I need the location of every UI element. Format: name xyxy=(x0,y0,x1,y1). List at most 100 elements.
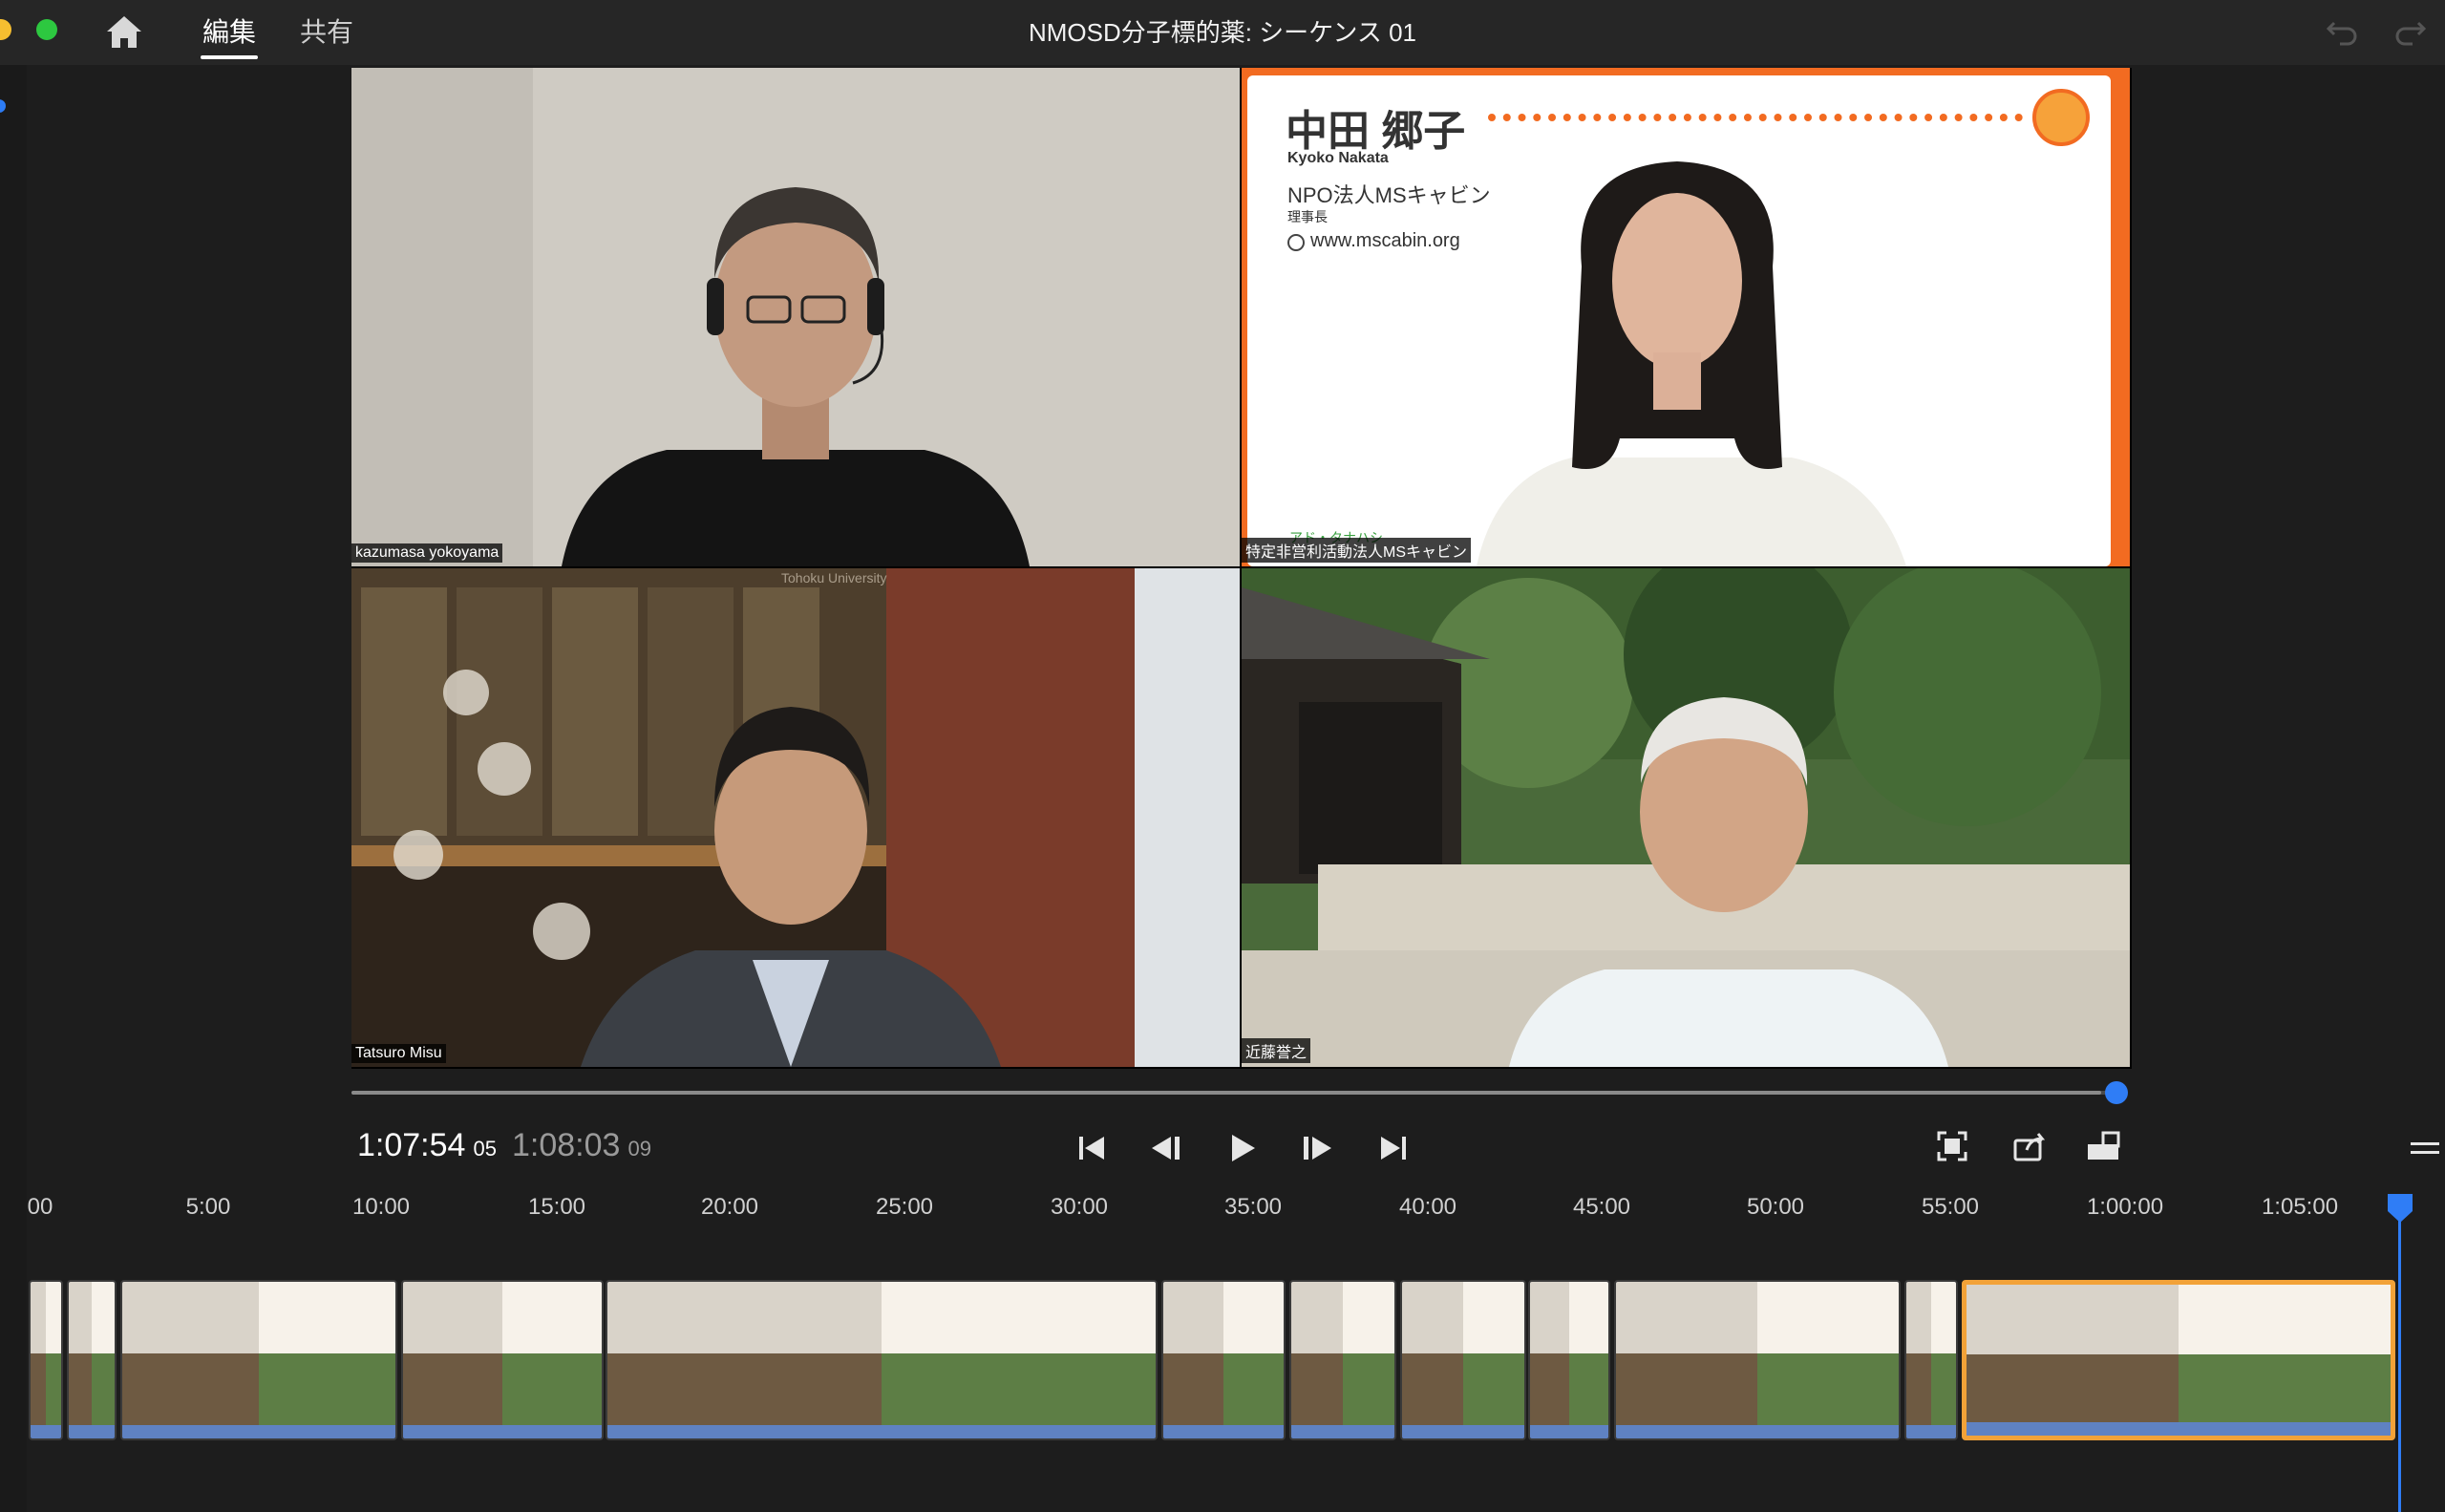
timeline-clip[interactable] xyxy=(1289,1280,1396,1440)
timeline-clip[interactable] xyxy=(401,1280,604,1440)
step-back-icon[interactable] xyxy=(1146,1129,1188,1167)
audio-waveform xyxy=(31,1425,61,1438)
step-forward-icon[interactable] xyxy=(1295,1129,1337,1167)
clip-thumbnail-tile xyxy=(1569,1282,1608,1354)
audio-waveform xyxy=(1530,1425,1608,1438)
clip-thumbnail-tile xyxy=(882,1282,1156,1354)
clip-thumbnail-tile xyxy=(1402,1353,1463,1426)
playback-scrubber[interactable] xyxy=(351,1091,2118,1095)
clip-thumbnail-tile xyxy=(1291,1353,1343,1426)
ruler-tick: 50:00 xyxy=(1746,1194,1805,1220)
clip-thumbnail-tile xyxy=(31,1282,46,1354)
timeline-clip[interactable] xyxy=(67,1280,117,1440)
document-title: NMOSD分子標的薬: シーケンス 01 xyxy=(1028,18,1417,47)
clip-thumbnail-tile xyxy=(259,1282,395,1354)
clip-thumbnail-tile xyxy=(92,1353,115,1426)
clip-thumbnail-tile xyxy=(607,1353,882,1426)
video-track[interactable] xyxy=(29,1280,2397,1444)
selected-timeline-clip[interactable] xyxy=(1962,1280,2395,1440)
clip-thumbnail-tile xyxy=(92,1282,115,1354)
clip-thumbnail-tile xyxy=(46,1353,61,1426)
participant-video xyxy=(351,568,1240,1067)
background-watermark: Tohoku University xyxy=(781,570,887,586)
fit-icon[interactable] xyxy=(1933,1127,1971,1165)
clip-thumbnail-tile xyxy=(1931,1282,1956,1354)
participant-name-label: Tatsuro Misu xyxy=(351,1044,446,1063)
clip-thumbnail-tile xyxy=(1402,1282,1463,1354)
clip-thumbnail-tile xyxy=(502,1353,602,1426)
ruler-tick: 25:00 xyxy=(875,1194,934,1220)
export-icon[interactable] xyxy=(2009,1127,2048,1165)
clip-thumbnail-tile xyxy=(502,1282,602,1354)
audio-waveform xyxy=(607,1425,1156,1438)
timeline-clip[interactable] xyxy=(606,1280,1158,1440)
clip-thumbnail-tile xyxy=(1223,1353,1284,1426)
ruler-tick: 1:05:00 xyxy=(2261,1194,2339,1220)
clip-thumbnail-tile xyxy=(1343,1353,1394,1426)
scrubber-handle[interactable] xyxy=(2105,1081,2128,1104)
timeline-clip[interactable] xyxy=(1528,1280,1610,1440)
total-duration: 1:08:03 09 xyxy=(512,1127,651,1163)
clip-thumbnail-tile xyxy=(1906,1353,1931,1426)
clip-thumbnail-tile xyxy=(2179,1353,2391,1424)
clip-thumbnail-tile xyxy=(1931,1353,1956,1426)
timeline-ruler[interactable]: 00 5:00 10:00 15:00 20:00 25:00 30:00 35… xyxy=(27,1184,2445,1232)
clip-thumbnail-tile xyxy=(1616,1353,1757,1426)
participant-tile-misu: Tohoku University Tatsuro Misu xyxy=(351,568,1240,1067)
clip-thumbnail-tile xyxy=(1463,1282,1524,1354)
participant-name-label: 特定非営利活動法人MSキャビン xyxy=(1242,538,1472,563)
participant-tile-kondo: 近藤誉之 xyxy=(1242,568,2130,1067)
go-to-end-icon[interactable] xyxy=(1371,1129,1414,1167)
active-tab-indicator xyxy=(201,55,258,59)
timeline-clip[interactable] xyxy=(1614,1280,1901,1440)
clip-thumbnail-tile xyxy=(403,1282,502,1354)
ruler-tick: 30:00 xyxy=(1050,1194,1109,1220)
ruler-tick: 40:00 xyxy=(1398,1194,1457,1220)
audio-waveform xyxy=(1163,1425,1284,1438)
playhead-handle[interactable] xyxy=(2386,1192,2414,1225)
current-timecode: 1:07:54 05 xyxy=(357,1127,497,1163)
clip-thumbnail-tile xyxy=(1291,1282,1343,1354)
ruler-tick: 20:00 xyxy=(700,1194,759,1220)
clip-thumbnail-tile xyxy=(1223,1282,1284,1354)
ruler-tick: 10:00 xyxy=(351,1194,411,1220)
clip-thumbnail-tile xyxy=(1343,1282,1394,1354)
clip-thumbnail-tile xyxy=(122,1353,259,1426)
clip-thumbnail-tile xyxy=(69,1282,92,1354)
clip-thumbnail-tile xyxy=(259,1353,395,1426)
undo-icon[interactable] xyxy=(2323,13,2361,52)
participant-tile-yokoyama: kazumasa yokoyama xyxy=(351,68,1240,566)
audio-waveform xyxy=(1291,1425,1394,1438)
participant-video xyxy=(1242,568,2130,1067)
clip-thumbnail-tile xyxy=(882,1353,1156,1426)
ruler-tick: 45:00 xyxy=(1572,1194,1631,1220)
participant-tile-nakata: 中田 郷子 Kyoko Nakata NPO法人MSキャビン 理事長 www.m… xyxy=(1242,68,2130,566)
clip-thumbnail-tile xyxy=(69,1353,92,1426)
ruler-tick: 00 xyxy=(27,1194,53,1220)
ruler-tick: 35:00 xyxy=(1223,1194,1283,1220)
program-monitor[interactable]: kazumasa yokoyama 中田 郷子 Kyoko Nakata NPO… xyxy=(351,68,2132,1069)
timeline-clip[interactable] xyxy=(29,1280,63,1440)
ruler-tick: 5:00 xyxy=(185,1194,231,1220)
clip-thumbnail-tile xyxy=(403,1353,502,1426)
title-bar: 編集 共有 NMOSD分子標的薬: シーケンス 01 xyxy=(0,0,2445,65)
timeline-clip[interactable] xyxy=(120,1280,397,1440)
ruler-tick: 15:00 xyxy=(527,1194,586,1220)
audio-waveform xyxy=(1402,1425,1524,1438)
participant-name-label: 近藤誉之 xyxy=(1242,1038,1311,1063)
participant-video xyxy=(351,68,1240,566)
clip-thumbnail-tile xyxy=(1463,1353,1524,1426)
timeline-clip[interactable] xyxy=(1161,1280,1286,1440)
clip-thumbnail-tile xyxy=(1616,1282,1757,1354)
ratio-icon[interactable] xyxy=(2084,1127,2122,1165)
clip-thumbnail-tile xyxy=(1757,1353,1899,1426)
play-icon[interactable] xyxy=(1221,1129,1263,1167)
left-panel-strip xyxy=(0,65,27,1512)
timeline-clip[interactable] xyxy=(1400,1280,1526,1440)
go-to-start-icon[interactable] xyxy=(1072,1129,1114,1167)
clip-thumbnail-tile xyxy=(2179,1285,2391,1354)
menu-icon[interactable] xyxy=(2411,1140,2439,1156)
timeline-clip[interactable] xyxy=(1904,1280,1958,1440)
clip-thumbnail-tile xyxy=(31,1353,46,1426)
redo-icon[interactable] xyxy=(2392,13,2430,52)
